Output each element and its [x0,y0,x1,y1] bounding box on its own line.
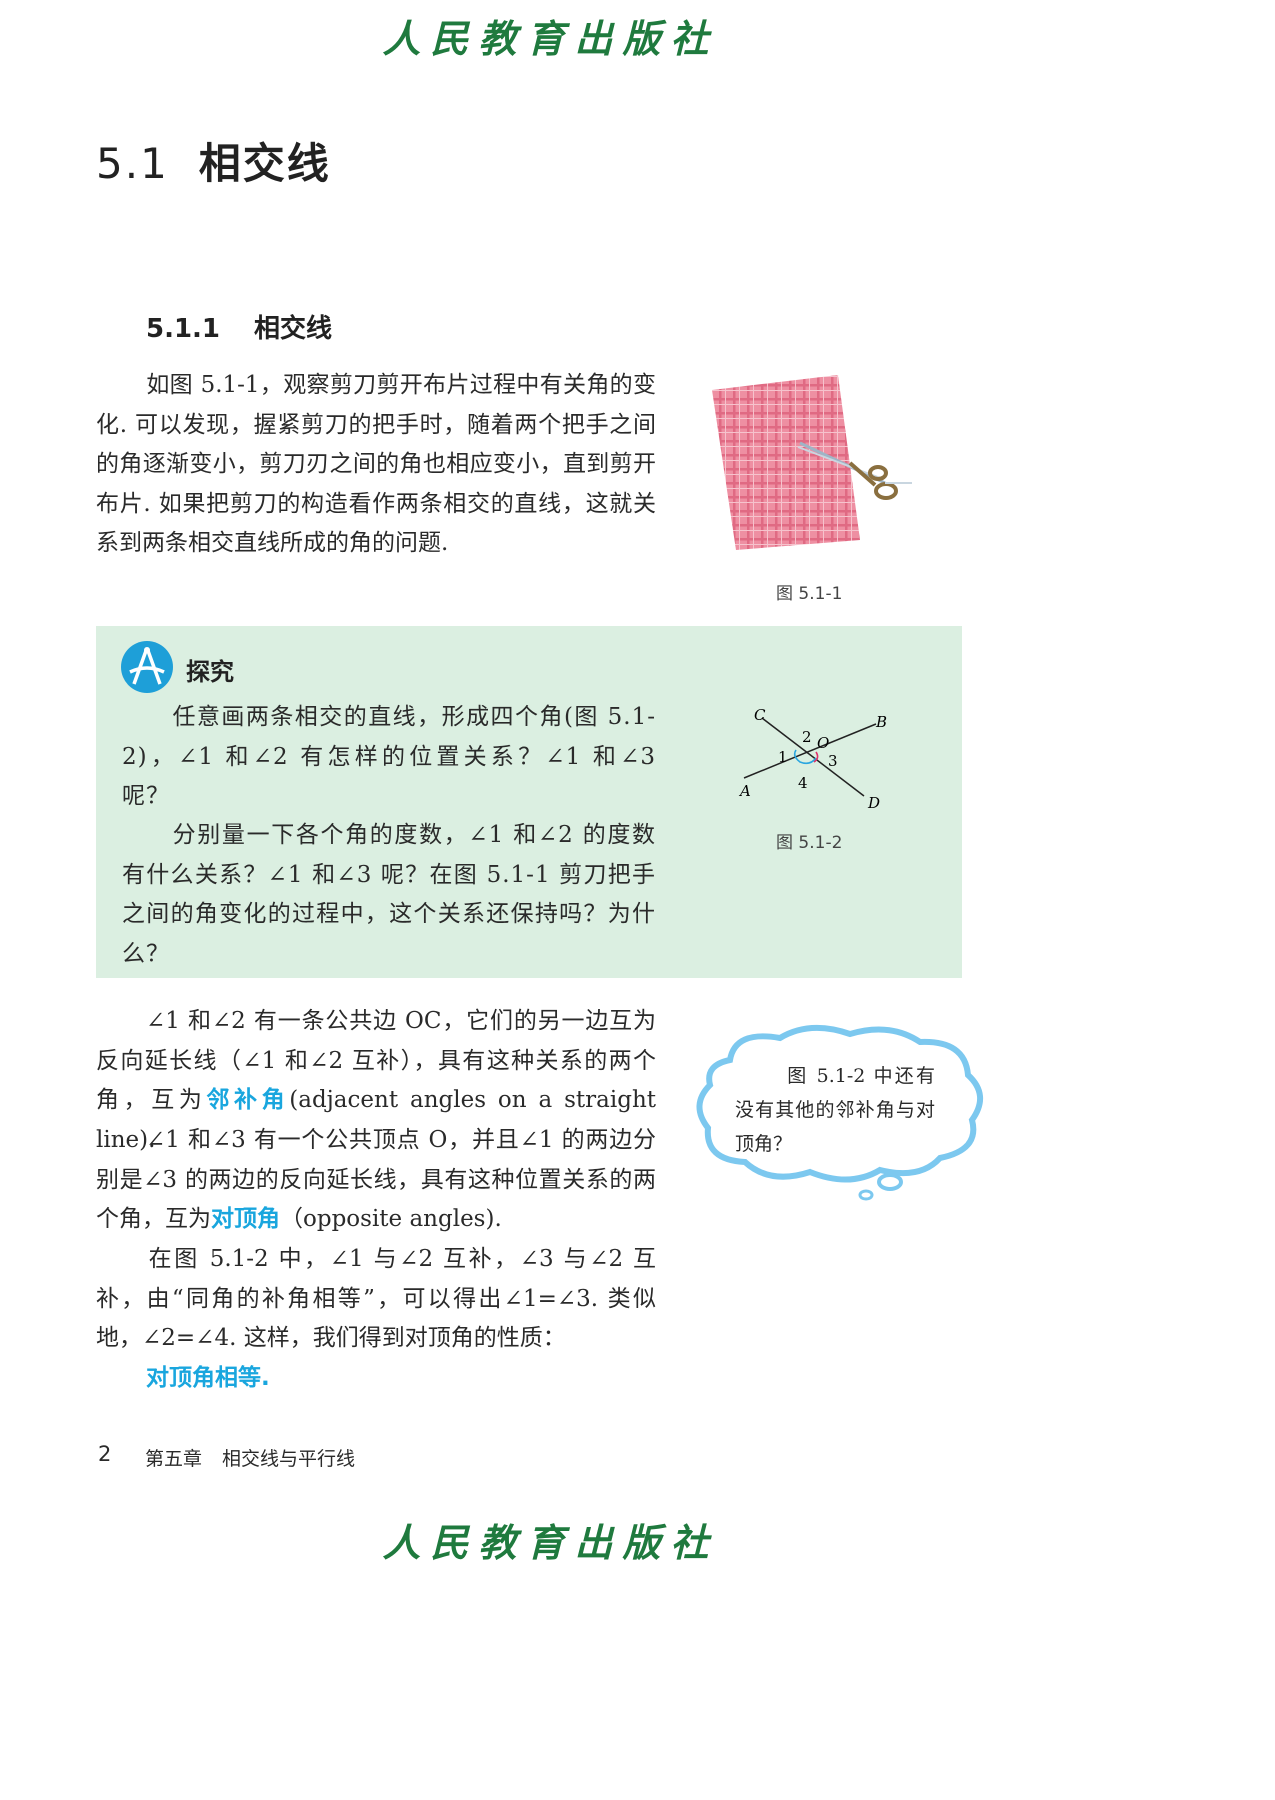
opposite-angles-term: 对顶角 [211,1206,280,1233]
adjacent-angles-term: 邻补角 [206,1087,290,1114]
publisher-logo-bottom: 人民教育出版社 [382,1520,719,1565]
derivation-paragraph: 在图 5.1-2 中，∠1 与∠2 互补，∠3 与∠2 互补，由“同角的补角相等… [96,1246,656,1352]
section-title: 5.1 相交线 [96,130,331,191]
angle-label-1: 1 [778,748,788,766]
explore-paragraph-2: 分别量一下各个角的度数，∠1 和∠2 的度数有什么关系？∠1 和∠3 呢？在图 … [122,822,656,967]
angle-label-2: 2 [802,728,812,746]
explore-paragraph-1: 任意画两条相交的直线，形成四个角(图 5.1-2)，∠1 和∠2 有怎样的位置关… [122,704,656,810]
label-d: D [867,794,880,812]
subsection-title: 5.1.1 相交线 [146,308,332,345]
subsection-number: 5.1.1 [146,314,221,344]
explore-label: 探究 [186,658,234,686]
property-statement: 对顶角相等. [146,1365,270,1391]
chapter-title: 相交线与平行线 [222,1448,356,1470]
angle-label-3: 3 [828,752,838,770]
chapter-number: 第五章 [145,1448,203,1470]
label-o: O [817,734,829,752]
section-number: 5.1 [96,139,169,188]
thought-cloud-text: 图 5.1-2 中还有没有其他的邻补角与对顶角？ [735,1065,935,1155]
label-b: B [875,713,887,731]
intersecting-lines-diagram: C B A D O 1 2 3 4 [738,706,887,812]
opposite-angles-paragraph: ∠1 和∠3 有一个公共顶点 O，并且∠1 的两边分别是∠3 的两边的反向延长线… [96,1127,656,1233]
angle-label-4: 4 [798,774,808,792]
intro-paragraph: 如图 5.1-1，观察剪刀剪开布片过程中有关角的变化. 可以发现，握紧剪刀的把手… [96,372,656,557]
page-number: 2 [98,1442,112,1466]
label-a: A [738,782,751,800]
label-c: C [754,706,766,724]
compass-icon [121,641,173,693]
section-name: 相交线 [198,139,331,188]
cloud-bubble-small [858,1189,874,1201]
chapter-footer: 第五章 相交线与平行线 [145,1444,355,1471]
subsection-name: 相交线 [254,314,333,344]
figure-2-caption: 图 5.1-2 [776,833,843,853]
figure-1-caption: 图 5.1-1 [776,584,843,604]
publisher-logo-top: 人民教育出版社 [382,16,719,61]
cloud-bubble-large [877,1173,903,1191]
cloth-scissors-figure [712,375,912,550]
